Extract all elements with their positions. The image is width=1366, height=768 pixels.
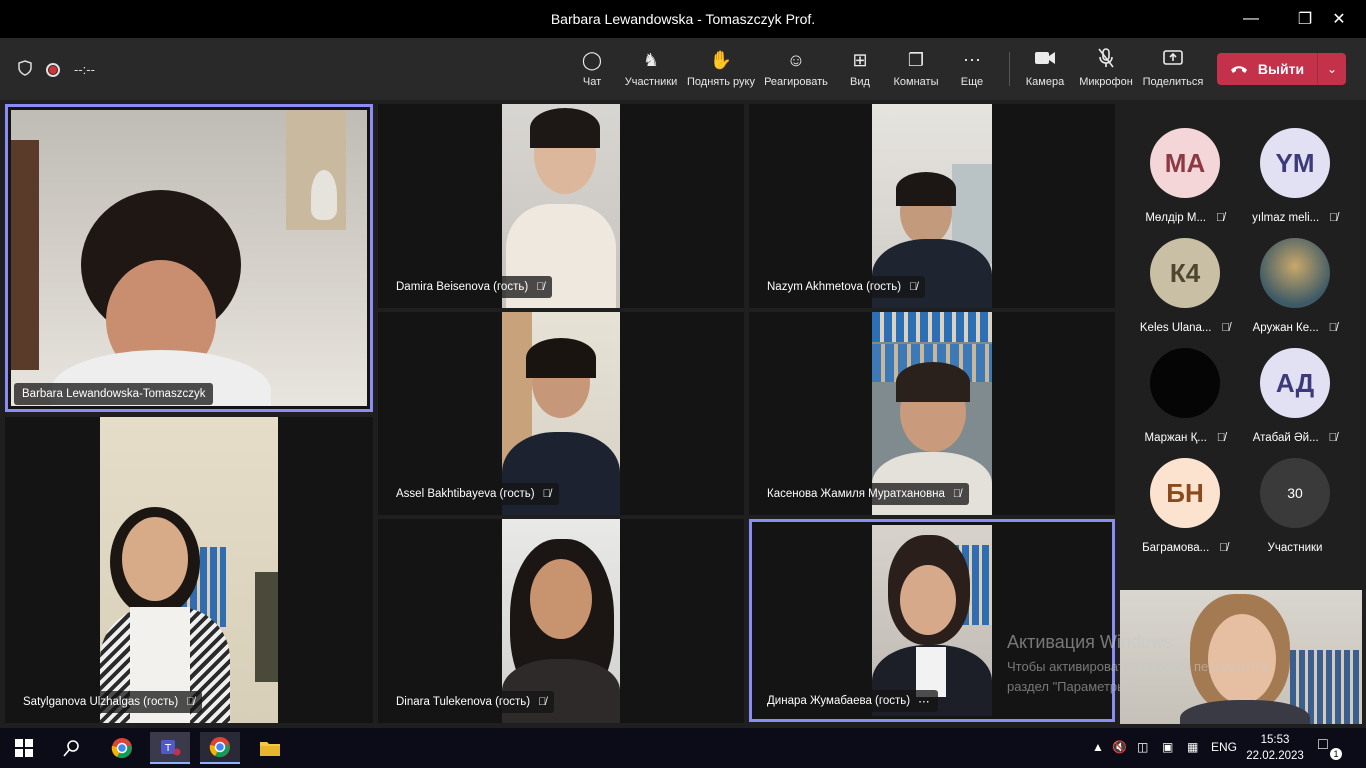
- roster-item[interactable]: К4 Keles Ulana... 🎙̸: [1130, 238, 1240, 334]
- participants-button[interactable]: ♞ Участники: [614, 48, 688, 88]
- chevron-down-icon[interactable]: ⌄: [1318, 62, 1346, 76]
- volume-muted-icon[interactable]: 🔇: [1112, 740, 1127, 754]
- mic-button[interactable]: Микрофон: [1069, 48, 1143, 88]
- avatar: YM: [1260, 128, 1330, 198]
- mic-off-icon: 🎙̸: [909, 281, 918, 293]
- roster-item[interactable]: YM yılmaz meli... 🎙̸: [1240, 128, 1350, 224]
- recording-icon: [46, 62, 60, 77]
- participant-name-tag: Касенова Жамиля Муратхановна 🎙̸: [759, 483, 970, 505]
- people-icon: ♞: [642, 50, 660, 70]
- participant-name-tag: Dinara Tulekenova (гость) 🎙̸: [388, 691, 555, 713]
- network-icon[interactable]: ▦: [1187, 740, 1198, 754]
- participant-name-tag: Динара Жумабаева (гость) ⋯: [759, 690, 938, 712]
- battery-icon[interactable]: ◫: [1137, 740, 1148, 754]
- grid-icon: ⊞: [852, 50, 868, 70]
- search-icon[interactable]: [52, 732, 92, 764]
- chrome-app-icon[interactable]: [200, 732, 240, 764]
- mic-off-icon: 🎙̸: [1216, 432, 1226, 444]
- leave-button[interactable]: Выйти ⌄: [1217, 53, 1346, 85]
- shield-icon: [18, 60, 32, 79]
- avatar: К4: [1150, 238, 1220, 308]
- taskbar: T ▲ 🔇 ◫ ▣ ▦ ENG 15:53 22.02.2023 □ 1: [0, 728, 1366, 768]
- mic-off-icon: 🎙̸: [542, 488, 551, 500]
- participant-name-tag: Satylganova Ulzhalgas (гость) 🎙̸: [15, 691, 203, 713]
- notification-count-badge: 1: [1330, 748, 1342, 760]
- mic-off-icon: 🎙̸: [1329, 212, 1338, 224]
- participant-video: [11, 110, 367, 406]
- chrome-icon[interactable]: [102, 732, 142, 764]
- share-button[interactable]: Поделиться: [1136, 48, 1210, 88]
- mic-off-icon: [1097, 48, 1115, 72]
- minimize-button[interactable]: —: [1228, 0, 1274, 38]
- mic-off-icon: 🎙̸: [1328, 322, 1338, 334]
- meeting-timer: --:--: [74, 62, 95, 77]
- participant-video: [872, 525, 992, 716]
- raise-hand-button[interactable]: ✋ Поднять руку: [684, 48, 758, 88]
- participants-count-button[interactable]: 30 Участники: [1240, 458, 1350, 554]
- window-title: Barbara Lewandowska - Tomaszczyk Prof.: [550, 11, 816, 27]
- meeting-toolbar: --:-- ◯ Чат ♞ Участники ✋ Поднять руку ☺…: [0, 38, 1366, 100]
- camera-icon: [1034, 48, 1056, 72]
- more-options-icon[interactable]: ⋯: [918, 694, 930, 708]
- camera-tray-icon[interactable]: ▣: [1162, 740, 1173, 754]
- language-indicator[interactable]: ENG: [1211, 740, 1237, 754]
- participant-count: 30: [1260, 458, 1330, 528]
- title-bar: Barbara Lewandowska - Tomaszczyk Prof. —…: [0, 0, 1366, 38]
- participant-name-tag: Damira Beisenova (гость) 🎙̸: [388, 276, 553, 298]
- mic-off-icon: 🎙̸: [952, 488, 962, 500]
- avatar: АД: [1260, 348, 1330, 418]
- mic-off-icon: 🎙̸: [1219, 542, 1228, 554]
- avatar: [1260, 238, 1330, 308]
- mic-off-icon: 🎙̸: [186, 696, 195, 708]
- mic-off-icon: 🎙̸: [538, 696, 547, 708]
- clock[interactable]: 15:53 22.02.2023: [1245, 732, 1305, 764]
- participant-roster: МА Мөлдір М... 🎙̸ YM yılmaz meli... 🎙̸ К4 …: [1120, 100, 1366, 590]
- share-icon: [1163, 48, 1183, 72]
- windows-start-icon[interactable]: [4, 732, 44, 764]
- video-tile[interactable]: Assel Bakhtibayeva (гость) 🎙̸: [378, 312, 744, 515]
- windows-activation-watermark: Активация Windows Чтобы активировать Win…: [1007, 632, 1269, 694]
- participant-name-tag: Nazym Akhmetova (гость) 🎙̸: [759, 276, 926, 298]
- video-tile[interactable]: Nazym Akhmetova (гость) 🎙̸: [749, 104, 1115, 308]
- teams-icon[interactable]: T: [150, 732, 190, 764]
- notification-icon[interactable]: □: [1318, 736, 1328, 754]
- svg-text:T: T: [164, 743, 172, 754]
- avatar: [1150, 348, 1220, 418]
- hand-icon: ✋: [709, 50, 733, 70]
- roster-item[interactable]: БН Баграмова... 🎙̸: [1130, 458, 1240, 554]
- roster-item[interactable]: Аружан Ке... 🎙̸: [1240, 238, 1350, 334]
- roster-item[interactable]: Маржан Қ... 🎙̸: [1130, 348, 1240, 444]
- react-button[interactable]: ☺ Реагировать: [759, 48, 833, 88]
- file-explorer-icon[interactable]: [250, 732, 290, 764]
- show-hidden-icons-icon[interactable]: ▲: [1092, 740, 1104, 754]
- avatar: МА: [1150, 128, 1220, 198]
- video-tile[interactable]: Satylganova Ulzhalgas (гость) 🎙̸: [5, 417, 373, 723]
- mic-off-icon: 🎙̸: [536, 281, 545, 293]
- mic-off-icon: 🎙̸: [1221, 322, 1231, 334]
- video-tile[interactable]: Касенова Жамиля Муратхановна 🎙̸: [749, 312, 1115, 515]
- roster-item[interactable]: АД Атабай Әй... 🎙̸: [1240, 348, 1350, 444]
- mic-off-icon: 🎙̸: [1328, 432, 1338, 444]
- roster-item[interactable]: МА Мөлдір М... 🎙̸: [1130, 128, 1240, 224]
- avatar: БН: [1150, 458, 1220, 528]
- participant-video: [100, 417, 278, 723]
- video-tile[interactable]: Damira Beisenova (гость) 🎙̸: [378, 104, 744, 308]
- phone-hangup-icon: [1230, 61, 1248, 77]
- smiley-icon: ☺: [786, 50, 806, 70]
- participant-name-tag: Assel Bakhtibayeva (гость) 🎙̸: [388, 483, 559, 505]
- chat-icon: ◯: [581, 50, 603, 70]
- more-icon: ⋯: [963, 50, 981, 70]
- participant-name-tag: Barbara Lewandowska-Tomaszczyk: [14, 383, 214, 405]
- more-button[interactable]: ⋯ Еще: [935, 48, 1009, 88]
- video-tile[interactable]: Dinara Tulekenova (гость) 🎙̸: [378, 519, 744, 723]
- video-tile[interactable]: Barbara Lewandowska-Tomaszczyk: [5, 104, 373, 412]
- close-button[interactable]: ✕: [1316, 0, 1362, 38]
- rooms-icon: ❐: [907, 50, 925, 70]
- mic-off-icon: 🎙̸: [1216, 212, 1225, 224]
